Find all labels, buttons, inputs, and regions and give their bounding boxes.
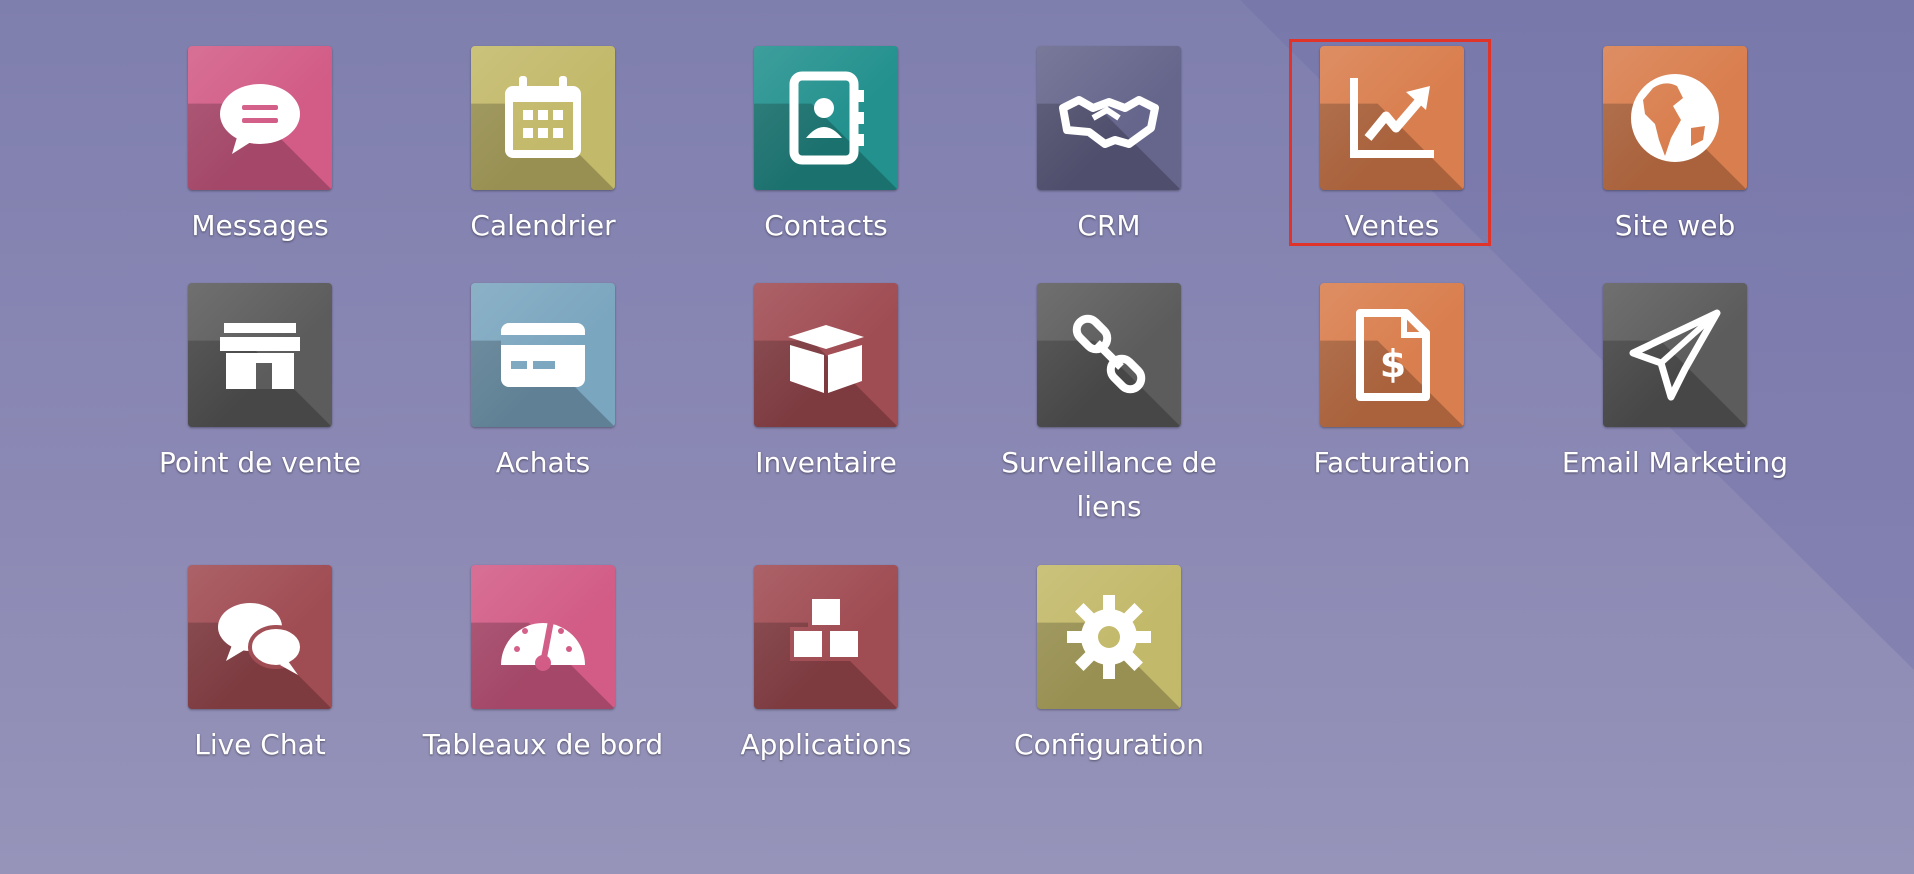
app-grid: Messages Calendrier Contacts CRM Ventes … <box>0 0 1914 874</box>
app-label: Email Marketing <box>1561 446 1789 479</box>
app-achats[interactable]: Achats <box>413 283 673 485</box>
link-icon <box>1072 314 1146 394</box>
chart-up-icon <box>1350 78 1434 158</box>
app-calendrier[interactable]: Calendrier <box>413 46 673 248</box>
app-tile <box>188 283 332 427</box>
app-label: Surveillance de liens <box>1001 446 1217 523</box>
dashboard-gauge-icon <box>501 620 585 671</box>
store-icon <box>220 323 300 389</box>
app-surveillance-de-liens[interactable]: Surveillance de liens <box>979 283 1239 529</box>
credit-card-icon <box>501 323 585 387</box>
chat-bubbles-icon <box>218 603 304 675</box>
app-tile: $ <box>1320 283 1464 427</box>
app-live-chat[interactable]: Live Chat <box>130 565 390 767</box>
box-icon <box>788 325 864 393</box>
app-label: Contacts <box>764 209 888 242</box>
globe-icon <box>1631 74 1719 162</box>
cubes-icon <box>790 595 862 661</box>
app-site-web[interactable]: Site web <box>1545 46 1805 248</box>
app-configuration[interactable]: Configuration <box>979 565 1239 767</box>
app-tile <box>471 46 615 190</box>
app-tile <box>754 46 898 190</box>
app-tile <box>188 46 332 190</box>
handshake-icon <box>1059 96 1159 148</box>
calendar-icon <box>505 76 581 158</box>
svg-text:$: $ <box>1380 342 1406 386</box>
app-tile <box>754 565 898 709</box>
app-label: CRM <box>1077 209 1141 242</box>
app-crm[interactable]: CRM <box>979 46 1239 248</box>
app-label: Messages <box>191 209 329 242</box>
app-label: Point de vente <box>158 446 362 479</box>
invoice-icon: $ <box>1356 309 1430 401</box>
app-label: Applications <box>740 728 912 761</box>
address-book-icon <box>789 71 864 165</box>
app-tile <box>1037 283 1181 427</box>
app-contacts[interactable]: Contacts <box>696 46 956 248</box>
app-tableaux-de-bord[interactable]: Tableaux de bord <box>413 565 673 767</box>
app-point-de-vente[interactable]: Point de vente <box>130 283 390 485</box>
app-tile <box>471 565 615 709</box>
app-label: Tableaux de bord <box>422 728 664 761</box>
app-label: Facturation <box>1313 446 1471 479</box>
paper-plane-icon <box>1629 309 1721 401</box>
app-applications[interactable]: Applications <box>696 565 956 767</box>
gear-icon <box>1067 595 1151 679</box>
app-tile <box>1603 283 1747 427</box>
app-tile <box>754 283 898 427</box>
app-label: Calendrier <box>470 209 616 242</box>
app-label: Live Chat <box>194 728 326 761</box>
app-label: Inventaire <box>755 446 897 479</box>
app-messages[interactable]: Messages <box>130 46 390 248</box>
app-tile <box>1037 565 1181 709</box>
app-inventaire[interactable]: Inventaire <box>696 283 956 485</box>
app-facturation[interactable]: $ Facturation <box>1262 283 1522 485</box>
app-label: Ventes <box>1344 209 1440 242</box>
app-label: Site web <box>1614 209 1736 242</box>
app-label: Configuration <box>1014 728 1204 761</box>
app-tile <box>1037 46 1181 190</box>
app-tile <box>188 565 332 709</box>
app-email-marketing[interactable]: Email Marketing <box>1545 283 1805 485</box>
chat-bubble-icon <box>220 84 300 154</box>
app-ventes[interactable]: Ventes <box>1262 46 1522 248</box>
app-label: Achats <box>495 446 591 479</box>
app-tile <box>1603 46 1747 190</box>
app-tile <box>471 283 615 427</box>
app-tile <box>1320 46 1464 190</box>
